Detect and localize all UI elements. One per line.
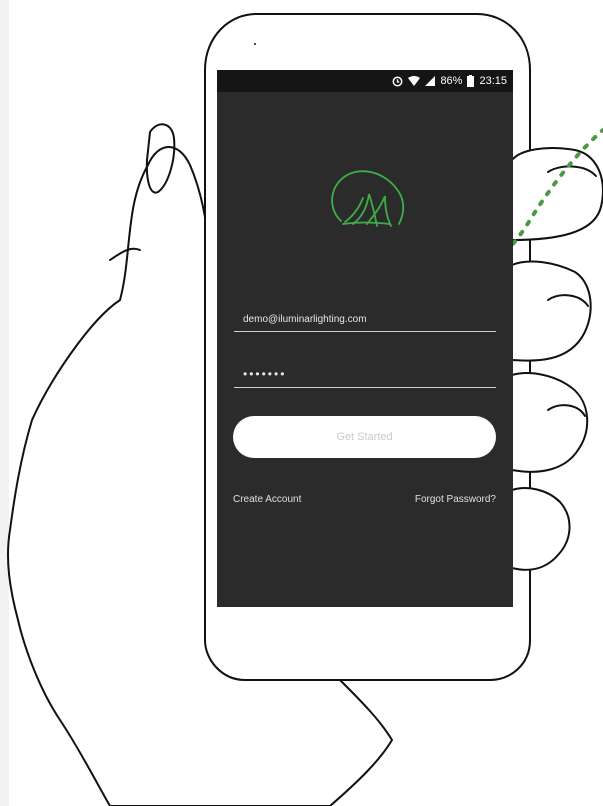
sync-icon [392,76,403,87]
finger-bottom-outline [511,487,571,571]
wifi-icon [408,76,421,86]
forgot-password-link[interactable]: Forgot Password? [415,494,496,505]
battery-percent: 86% [440,75,463,87]
password-field[interactable]: ••••••• [234,354,496,388]
get-started-button[interactable]: Get Started [233,416,496,458]
leaf-logo-icon [331,170,405,227]
status-time: 23:15 [479,75,507,87]
finger-middle-outline [511,260,592,362]
finger-lower-outline [511,372,589,473]
create-account-link[interactable]: Create Account [233,494,301,505]
finger-top-outline [511,147,603,241]
app-screen: 86% 23:15 demo@iluminarlighting.com ••••… [217,70,513,607]
email-field[interactable]: demo@iluminarlighting.com [234,298,496,332]
status-bar: 86% 23:15 [217,70,513,92]
battery-icon [467,75,475,87]
signal-icon [425,76,436,86]
